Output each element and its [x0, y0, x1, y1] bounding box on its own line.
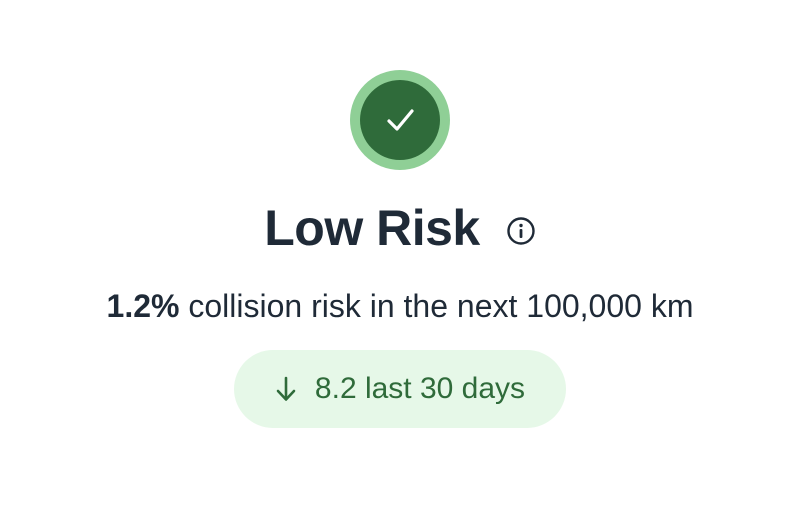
- risk-title-row: Low Risk: [0, 196, 800, 260]
- risk-description-text: collision risk in the next 100,000 km: [188, 288, 694, 324]
- risk-summary-card: Low Risk 1.2% collision risk in the next…: [0, 0, 800, 532]
- checkmark-icon: [387, 109, 414, 131]
- risk-description: 1.2% collision risk in the next 100,000 …: [0, 284, 800, 328]
- trend-text: 8.2 last 30 days: [314, 372, 526, 405]
- trend-badge: 8.2 last 30 days: [234, 350, 566, 428]
- arrow-down-icon: [276, 376, 296, 401]
- status-indicator: [350, 70, 450, 170]
- status-circle: [360, 80, 440, 160]
- risk-percentage: 1.2%: [106, 288, 180, 324]
- risk-level-title: Low Risk: [264, 200, 480, 256]
- info-icon[interactable]: [506, 216, 536, 246]
